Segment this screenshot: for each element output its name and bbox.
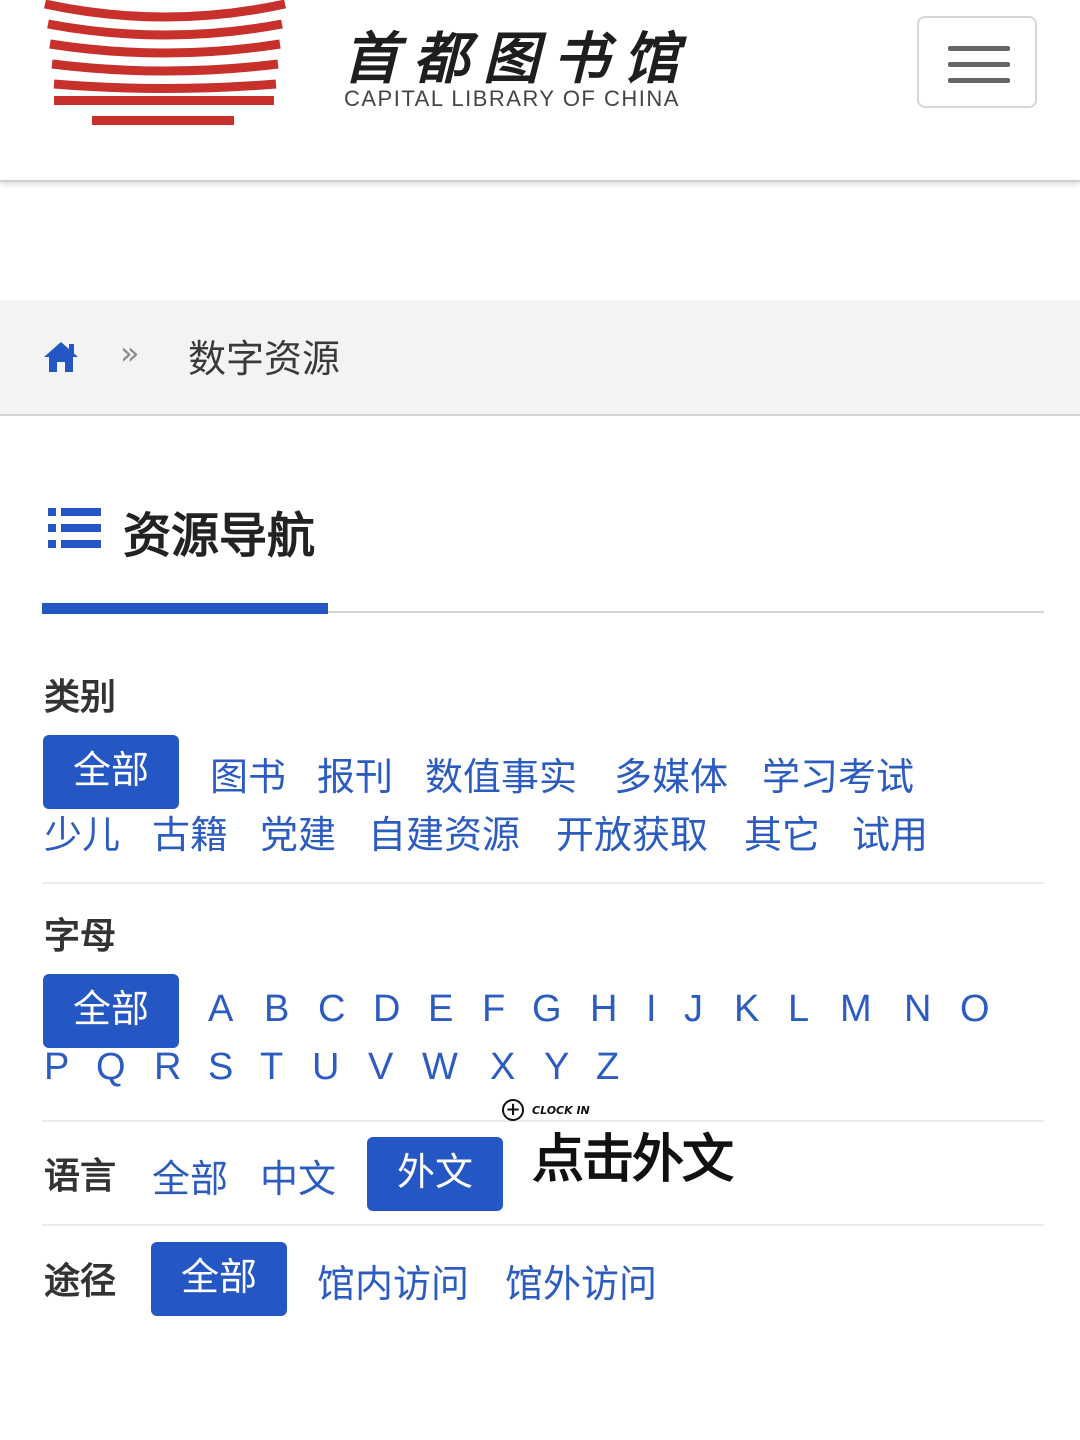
letter-t[interactable]: T: [260, 1046, 283, 1089]
letter-w[interactable]: W: [422, 1046, 458, 1089]
language-option-chinese[interactable]: 中文: [260, 1148, 336, 1203]
letter-j[interactable]: J: [684, 988, 703, 1031]
logo-chinese-name: 首都图书馆: [343, 26, 693, 92]
letter-i[interactable]: I: [646, 988, 657, 1031]
access-option-remote[interactable]: 馆外访问: [505, 1253, 657, 1308]
letter-f[interactable]: F: [482, 988, 505, 1031]
category-option-periodicals[interactable]: 报刊: [317, 746, 393, 801]
category-option-exams[interactable]: 学习考试: [762, 746, 914, 801]
letter-p[interactable]: P: [44, 1046, 69, 1089]
library-logo-icon[interactable]: [40, 0, 290, 135]
section-divider-accent: [42, 603, 328, 614]
category-option-multimedia[interactable]: 多媒体: [614, 746, 728, 801]
hamburger-menu-icon: [948, 46, 1010, 51]
annotation-text: 点击外文: [532, 1130, 734, 1190]
letter-m[interactable]: M: [840, 988, 872, 1031]
breadcrumb-separator: »: [120, 334, 140, 372]
letter-x[interactable]: X: [490, 1046, 515, 1089]
letter-s[interactable]: S: [208, 1046, 233, 1089]
letter-e[interactable]: E: [428, 988, 453, 1031]
annotation-caption: CLOCK IN: [532, 1104, 590, 1117]
category-option-open-access[interactable]: 开放获取: [556, 804, 708, 859]
menu-button[interactable]: [917, 16, 1037, 108]
category-option-children[interactable]: 少儿: [44, 804, 120, 859]
letter-k[interactable]: K: [734, 988, 759, 1031]
category-option-ancient[interactable]: 古籍: [152, 804, 228, 859]
letter-option-all[interactable]: 全部: [43, 974, 179, 1048]
letter-h[interactable]: H: [590, 988, 617, 1031]
category-label: 类别: [44, 677, 117, 718]
access-option-in-library[interactable]: 馆内访问: [317, 1253, 469, 1308]
letter-q[interactable]: Q: [96, 1046, 126, 1089]
access-option-all[interactable]: 全部: [151, 1242, 287, 1316]
category-option-trial[interactable]: 试用: [852, 804, 928, 859]
site-header: 首都图书馆 CAPITAL LIBRARY OF CHINA: [0, 0, 1080, 182]
language-label: 语言: [44, 1156, 117, 1197]
letter-a[interactable]: A: [208, 988, 233, 1031]
letter-u[interactable]: U: [312, 1046, 339, 1089]
logo-english-name: CAPITAL LIBRARY OF CHINA: [344, 86, 680, 111]
access-label: 途径: [44, 1261, 117, 1302]
section-title: 资源导航: [123, 508, 316, 564]
letter-b[interactable]: B: [264, 988, 289, 1031]
letter-v[interactable]: V: [368, 1046, 393, 1089]
category-option-party[interactable]: 党建: [260, 804, 336, 859]
category-option-self-built[interactable]: 自建资源: [368, 804, 520, 859]
letter-g[interactable]: G: [532, 988, 562, 1031]
filter-divider: [42, 1224, 1044, 1226]
filter-divider: [42, 882, 1044, 884]
hamburger-bar: [948, 62, 1010, 67]
language-option-foreign[interactable]: 外文: [367, 1137, 503, 1211]
plus-circle-icon: +: [502, 1099, 524, 1121]
letter-d[interactable]: D: [373, 988, 400, 1031]
category-option-books[interactable]: 图书: [210, 746, 286, 801]
hamburger-bar: [948, 78, 1010, 83]
letter-y[interactable]: Y: [544, 1046, 569, 1089]
letter-z[interactable]: Z: [596, 1046, 619, 1089]
letter-label: 字母: [44, 916, 117, 957]
letter-l[interactable]: L: [788, 988, 809, 1031]
letter-n[interactable]: N: [904, 988, 931, 1031]
letter-c[interactable]: C: [318, 988, 345, 1031]
list-icon: [48, 508, 101, 548]
letter-o[interactable]: O: [960, 988, 990, 1031]
letter-r[interactable]: R: [154, 1046, 181, 1089]
language-option-all[interactable]: 全部: [152, 1148, 228, 1203]
breadcrumb-current: 数字资源: [188, 337, 341, 381]
category-option-facts[interactable]: 数值事实: [425, 746, 577, 801]
category-option-all[interactable]: 全部: [43, 735, 179, 809]
home-icon[interactable]: [42, 340, 80, 374]
category-option-other[interactable]: 其它: [744, 804, 820, 859]
breadcrumb: » 数字资源: [0, 300, 1080, 416]
